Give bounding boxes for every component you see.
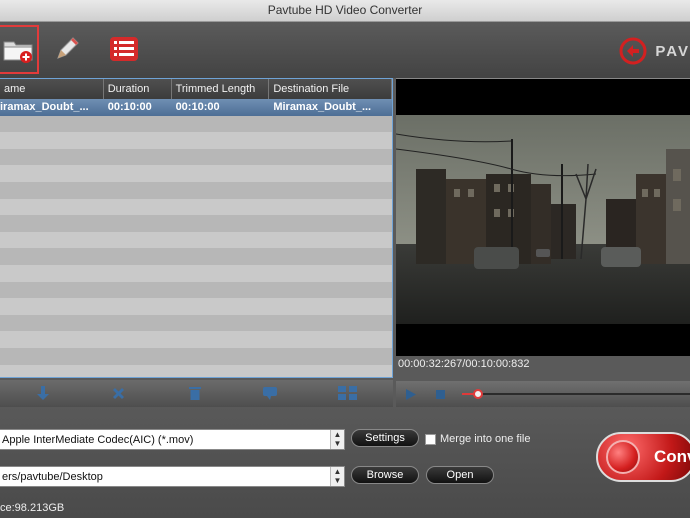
table-row[interactable] xyxy=(0,314,392,332)
table-row[interactable] xyxy=(0,281,392,299)
task-list-icon xyxy=(110,37,138,61)
table-row[interactable] xyxy=(0,198,392,216)
video-preview xyxy=(396,78,690,356)
edit-button[interactable] xyxy=(48,27,86,71)
bottom-panel xyxy=(0,407,690,518)
convert-disc-icon xyxy=(606,440,640,474)
seek-track[interactable] xyxy=(462,389,690,399)
format-value: Apple InterMediate Codec(AIC) (*.mov) xyxy=(2,434,194,446)
table-row[interactable] xyxy=(0,231,392,249)
play-icon[interactable] xyxy=(406,389,416,400)
cell-destination: Miramax_Doubt_... xyxy=(273,101,372,113)
convert-label: Conv xyxy=(654,447,690,466)
chevron-updown-icon: ▲ ▼ xyxy=(330,430,344,449)
merge-checkbox[interactable] xyxy=(425,433,436,445)
chevron-updown-icon: ▲ ▼ xyxy=(330,467,344,486)
table-row[interactable] xyxy=(0,165,392,182)
remove-icon xyxy=(112,387,124,399)
add-video-button[interactable] xyxy=(0,25,39,74)
table-row[interactable] xyxy=(0,181,392,199)
window-title: Pavtube HD Video Converter xyxy=(0,0,690,22)
add-folder-icon xyxy=(3,41,32,63)
table-row[interactable] xyxy=(0,364,392,377)
output-folder-value: ers/pavtube/Desktop xyxy=(2,471,103,483)
move-down-button[interactable] xyxy=(34,385,52,401)
list-action-bar xyxy=(0,380,393,407)
open-button[interactable]: Open xyxy=(426,466,494,484)
browse-button[interactable]: Browse xyxy=(351,466,419,484)
settings-button[interactable]: Settings xyxy=(351,429,419,447)
table-row[interactable]: iramax_Doubt_... 00:10:00 00:10:00 Miram… xyxy=(0,99,392,116)
playback-time: 00:00:32:267/00:10:00:832 xyxy=(398,358,530,370)
merge-button[interactable] xyxy=(337,385,359,401)
brand-logo: PAV xyxy=(619,36,690,66)
column-name-header[interactable]: ame xyxy=(0,79,104,99)
merge-label: Merge into one file xyxy=(440,433,531,445)
table-row[interactable] xyxy=(0,298,392,315)
merge-icon xyxy=(338,386,357,400)
comment-icon xyxy=(263,386,277,400)
table-row[interactable] xyxy=(0,264,392,282)
table-row[interactable] xyxy=(0,347,392,365)
task-list-button[interactable] xyxy=(105,27,143,71)
table-body: iramax_Doubt_... 00:10:00 00:10:00 Miram… xyxy=(0,99,392,377)
free-space-text: ce:98.213GB xyxy=(0,502,65,514)
table-header: ame Duration Trimmed Length Destination … xyxy=(0,79,392,99)
move-down-icon xyxy=(37,386,49,400)
table-row[interactable] xyxy=(0,248,392,265)
column-destination-header[interactable]: Destination File xyxy=(269,79,392,99)
cell-trimmed: 00:10:00 xyxy=(175,101,220,113)
file-list-table[interactable]: ame Duration Trimmed Length Destination … xyxy=(0,78,393,378)
table-row[interactable] xyxy=(0,148,392,166)
toolbar: PAV xyxy=(0,22,690,78)
table-row[interactable] xyxy=(0,331,392,348)
column-duration-header[interactable]: Duration xyxy=(104,79,172,99)
edit-pencil-icon xyxy=(57,37,79,59)
cell-name: iramax_Doubt_... xyxy=(0,101,89,113)
brand-logo-icon xyxy=(619,37,647,65)
playback-bar xyxy=(396,381,690,407)
column-trimmed-header[interactable]: Trimmed Length xyxy=(172,79,270,99)
clear-button[interactable] xyxy=(186,385,204,401)
remove-button[interactable] xyxy=(109,385,127,401)
stop-icon[interactable] xyxy=(436,390,445,399)
output-folder-select[interactable]: ers/pavtube/Desktop ▲ ▼ xyxy=(0,466,345,487)
format-select[interactable]: Apple InterMediate Codec(AIC) (*.mov) ▲ ▼ xyxy=(0,429,345,450)
brand-text: PAV xyxy=(655,42,690,60)
merge-checkbox-group[interactable]: Merge into one file xyxy=(425,433,531,445)
seek-handle[interactable] xyxy=(472,389,483,399)
preview-frame-image xyxy=(396,79,690,356)
table-row[interactable] xyxy=(0,132,392,149)
table-row[interactable] xyxy=(0,115,392,133)
cell-duration: 00:10:00 xyxy=(107,101,152,113)
comment-button[interactable] xyxy=(261,385,279,401)
trash-icon xyxy=(189,387,201,400)
convert-button[interactable]: Conv xyxy=(596,432,690,482)
table-row[interactable] xyxy=(0,215,392,232)
